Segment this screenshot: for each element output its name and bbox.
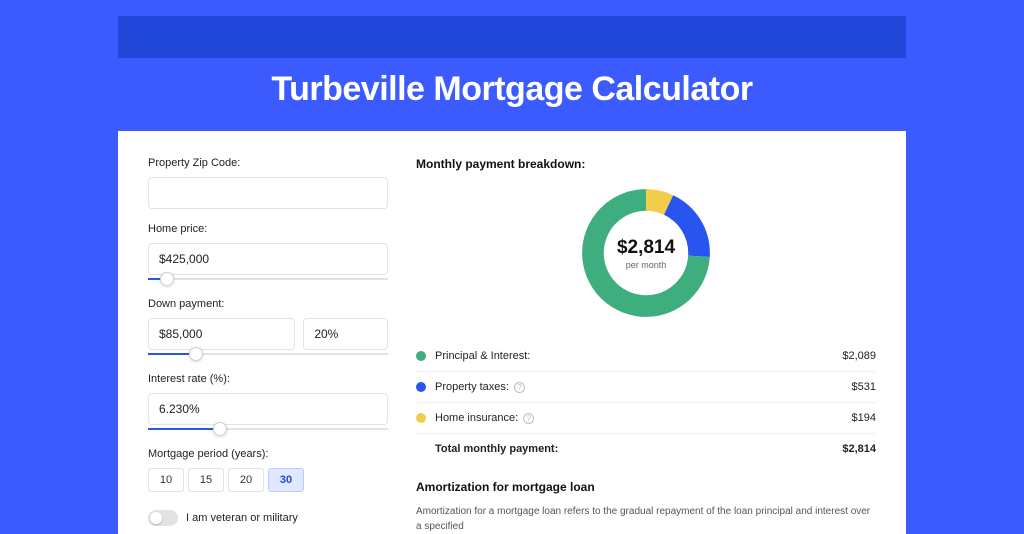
donut-sub: per month — [626, 260, 667, 270]
donut-chart: $2,814 per month — [576, 183, 716, 323]
form-column: Property Zip Code: Home price: Down paym… — [148, 157, 388, 534]
page-title: Turbeville Mortgage Calculator — [0, 70, 1024, 109]
legend-dot — [416, 382, 426, 392]
amortization-title: Amortization for mortgage loan — [416, 480, 876, 494]
period-button-20[interactable]: 20 — [228, 468, 264, 492]
legend-dot — [416, 351, 426, 361]
breakdown-column: Monthly payment breakdown: $2,814 per mo… — [416, 157, 876, 534]
mortgage-period-group: Mortgage period (years): 10152030 — [148, 448, 388, 492]
down-payment-label: Down payment: — [148, 298, 388, 310]
interest-rate-input[interactable] — [148, 393, 388, 425]
veteran-toggle[interactable] — [148, 510, 178, 526]
legend-value: $531 — [852, 381, 876, 393]
legend-value: $2,089 — [842, 350, 876, 362]
info-icon[interactable]: ? — [514, 382, 525, 393]
down-payment-group: Down payment: — [148, 298, 388, 355]
home-price-group: Home price: — [148, 223, 388, 280]
zip-label: Property Zip Code: — [148, 157, 388, 169]
amortization-text: Amortization for a mortgage loan refers … — [416, 504, 876, 534]
interest-rate-group: Interest rate (%): — [148, 373, 388, 430]
legend-label: Property taxes:? — [435, 381, 852, 393]
zip-input[interactable] — [148, 177, 388, 209]
total-label: Total monthly payment: — [435, 443, 842, 455]
home-price-input[interactable] — [148, 243, 388, 275]
total-value: $2,814 — [842, 443, 876, 455]
veteran-row: I am veteran or military — [148, 510, 388, 526]
interest-rate-slider[interactable] — [148, 428, 388, 430]
period-button-15[interactable]: 15 — [188, 468, 224, 492]
zip-group: Property Zip Code: — [148, 157, 388, 209]
calculator-card: Property Zip Code: Home price: Down paym… — [118, 131, 906, 534]
veteran-label: I am veteran or military — [186, 512, 298, 524]
home-price-slider[interactable] — [148, 278, 388, 280]
legend-label: Home insurance:? — [435, 412, 852, 424]
home-price-label: Home price: — [148, 223, 388, 235]
interest-rate-label: Interest rate (%): — [148, 373, 388, 385]
down-payment-slider[interactable] — [148, 353, 388, 355]
down-payment-input[interactable] — [148, 318, 295, 350]
header-band — [118, 16, 906, 58]
legend-label: Principal & Interest: — [435, 350, 842, 362]
legend-row: Principal & Interest:$2,089 — [416, 341, 876, 372]
breakdown-title: Monthly payment breakdown: — [416, 157, 876, 171]
legend-value: $194 — [852, 412, 876, 424]
info-icon[interactable]: ? — [523, 413, 534, 424]
toggle-knob — [150, 512, 162, 524]
donut-amount: $2,814 — [617, 237, 675, 259]
legend-total-row: Total monthly payment:$2,814 — [416, 434, 876, 464]
legend-row: Home insurance:?$194 — [416, 403, 876, 434]
legend-row: Property taxes:?$531 — [416, 372, 876, 403]
period-button-30[interactable]: 30 — [268, 468, 304, 492]
period-button-10[interactable]: 10 — [148, 468, 184, 492]
down-payment-pct-input[interactable] — [303, 318, 388, 350]
legend-dot — [416, 413, 426, 423]
mortgage-period-label: Mortgage period (years): — [148, 448, 388, 460]
